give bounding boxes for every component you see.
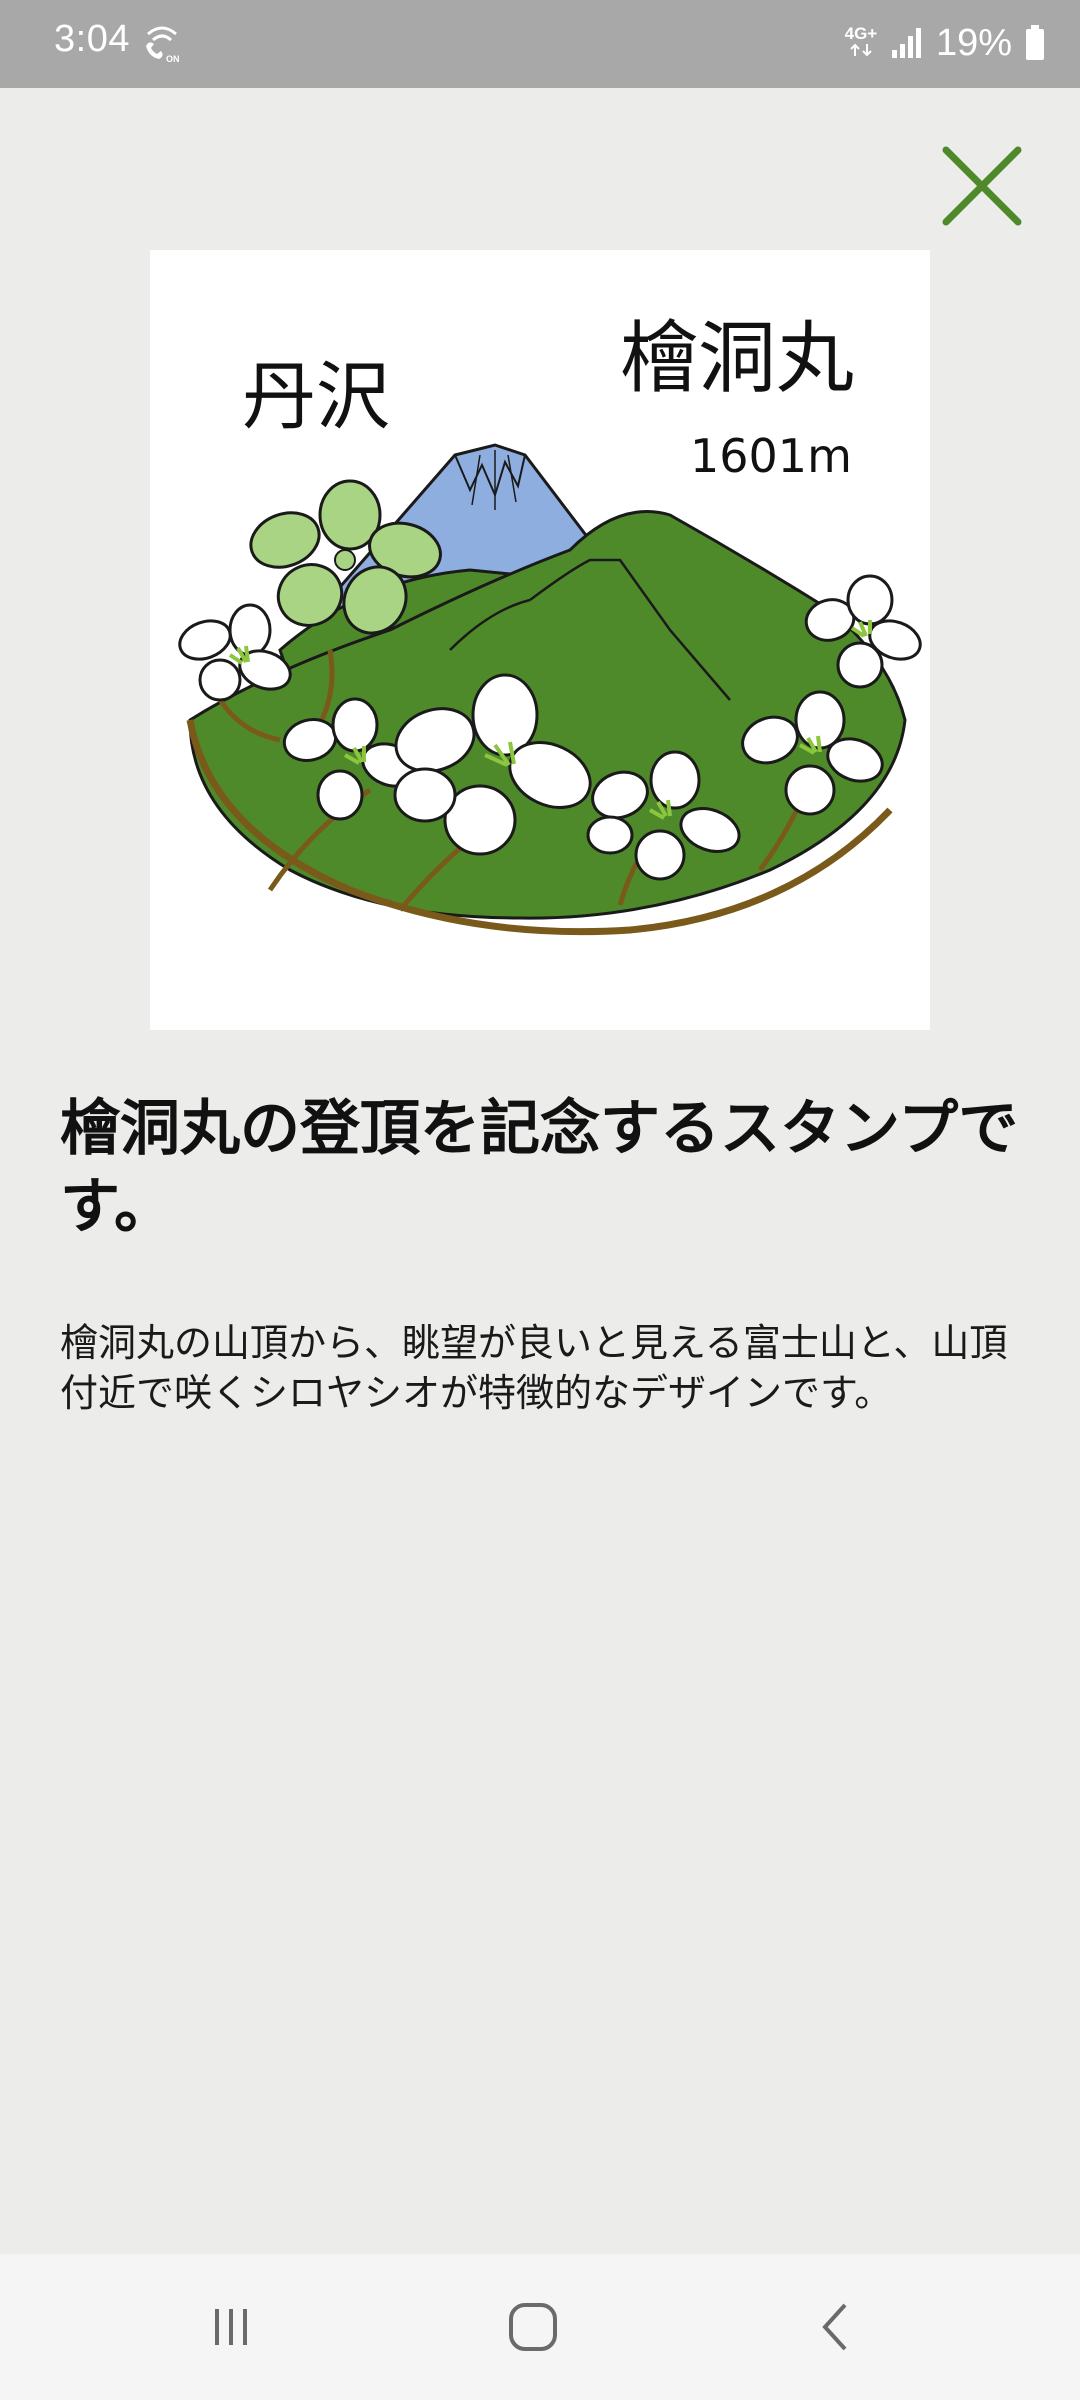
recents-button[interactable] (186, 2282, 276, 2372)
recents-icon (215, 2309, 247, 2345)
home-button[interactable] (488, 2282, 578, 2372)
page-title: 檜洞丸の登頂を記念するスタンプです。 (60, 1094, 1019, 1242)
network-type-label: 4G+ (844, 24, 878, 43)
status-bar: 3:04 ON 4G+ 19% (0, 0, 1080, 88)
data-arrows-icon (850, 43, 872, 57)
navigation-bar (0, 2254, 1080, 2400)
back-button[interactable] (792, 2282, 882, 2372)
svg-text:ON: ON (166, 54, 180, 64)
wifi-calling-icon: ON (146, 26, 180, 64)
close-icon (942, 146, 1022, 226)
stamp-image: 丹沢 檜洞丸 1601m (150, 250, 930, 1030)
home-icon (509, 2303, 557, 2351)
network-type: 4G+ (844, 25, 878, 61)
close-button[interactable] (934, 138, 1030, 234)
back-icon (822, 2303, 847, 2351)
stamp-region-text: 丹沢 (242, 354, 390, 440)
stamp-elevation: 1601m (690, 429, 852, 483)
stamp-mountain-name: 檜洞丸 (620, 314, 854, 404)
battery-icon (1026, 25, 1044, 60)
signal-bars-icon (891, 28, 921, 58)
status-indicators: 4G+ 19% (844, 18, 1046, 68)
stamp-illustration: 丹沢 檜洞丸 1601m (178, 314, 922, 936)
battery-percent: 19% (935, 21, 1012, 64)
status-time: 3:04 (54, 18, 130, 60)
stamp-description: 檜洞丸の山頂から、眺望が良いと見える富士山と、山頂付近で咲くシロヤシオが特徴的な… (60, 1321, 1008, 1415)
